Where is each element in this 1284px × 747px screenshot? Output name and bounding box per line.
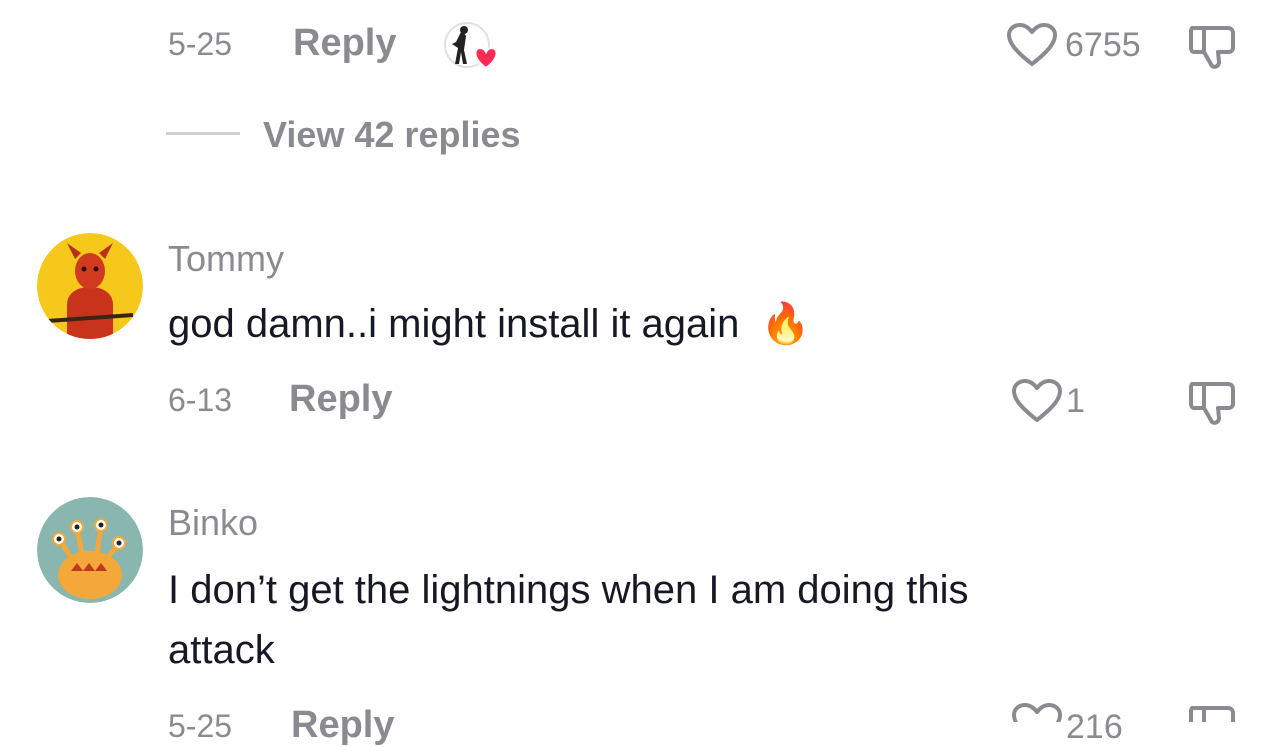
comment-text: I don’t get the lightnings when I am doi… [168,560,1248,680]
view-replies-divider [166,132,240,135]
comment-text: god damn..i might install it again 🔥 [168,294,810,354]
comment-text-body: god damn..i might install it again [168,302,740,346]
avatar[interactable] [37,497,143,603]
thumbs-down-icon[interactable] [1188,378,1236,426]
like-count: 6755 [1065,26,1141,64]
comment-text-line: attack [168,628,275,672]
heart-outline-icon[interactable] [1006,22,1058,68]
thumbs-down-icon[interactable] [1188,702,1236,722]
comment-text-line: I don’t get the lightnings when I am doi… [168,568,969,612]
like-count: 1 [1066,382,1085,420]
comment-date: 5-25 [168,708,233,744]
reply-button[interactable]: Reply [293,22,396,65]
comment-date: 5-25 [168,26,233,62]
view-replies-button[interactable]: View 42 replies [263,114,521,156]
comment-date: 6-13 [168,382,233,418]
heart-outline-icon[interactable] [1011,378,1063,424]
reply-button[interactable]: Reply [291,704,394,747]
comment-username[interactable]: Binko [168,502,258,544]
reply-button[interactable]: Reply [289,378,392,421]
fire-emoji-icon: 🔥 [760,302,811,346]
thumbs-down-icon[interactable] [1188,22,1236,70]
like-count: 216 [1066,708,1123,746]
comment-username[interactable]: Tommy [168,238,284,280]
top-comment-actions: 5-25 Reply 6755 [0,0,1284,90]
avatar[interactable] [37,233,143,339]
creator-liked-icon [442,20,502,72]
heart-outline-icon[interactable] [1011,702,1063,722]
